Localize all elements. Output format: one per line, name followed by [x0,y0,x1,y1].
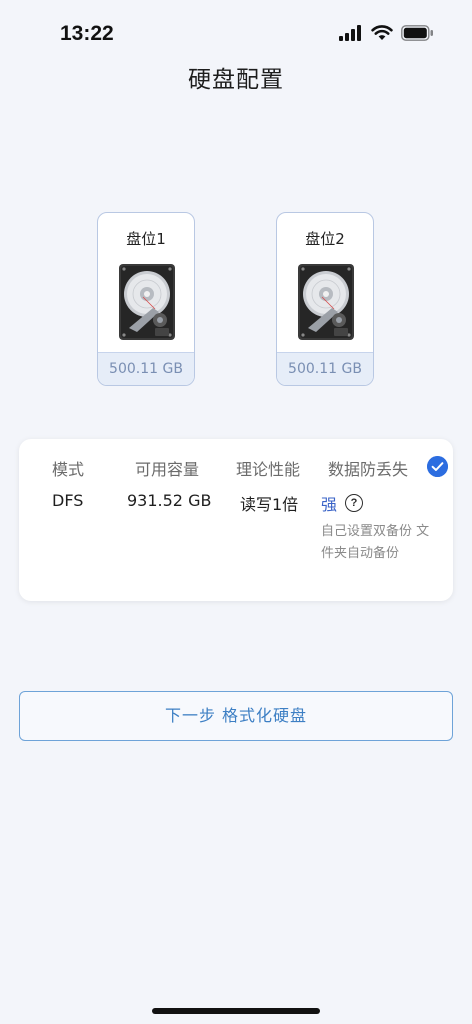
protection-value-group: 强 ? [321,491,364,515]
disk-slot-label: 盘位1 [126,230,166,248]
capacity-header: 可用容量 [135,460,200,479]
disk-size: 500.11 GB [277,352,373,385]
next-format-button[interactable]: 下一步 格式化硬盘 [19,691,453,741]
check-icon[interactable] [427,456,448,477]
status-bar: 13:22 [0,0,472,60]
performance-value: 读写1倍 [240,495,299,514]
home-indicator[interactable] [152,1008,320,1014]
protection-description: 自己设置双备份 文件夹自动备份 [321,524,430,561]
disk-slot-label: 盘位2 [305,230,345,248]
storage-mode-card[interactable]: 模式 可用容量 理论性能 数据防丢失 DFS 931.52 GB 读写1倍 强 … [19,439,453,601]
status-icons [339,25,434,41]
help-icon[interactable]: ? [345,494,364,512]
status-time: 13:22 [60,22,114,45]
wifi-icon [371,25,393,40]
disk-slot-2-card[interactable]: 盘位2 500.11 GB [276,212,374,386]
mode-value: DFS [52,491,84,510]
capacity-value: 931.52 GB [127,491,212,510]
protection-header: 数据防丢失 [328,460,409,479]
mode-header: 模式 [52,460,85,479]
hard-disk-icon [119,264,175,340]
cellular-signal-icon [339,25,361,41]
hard-disk-icon [298,264,354,340]
battery-icon [401,25,433,41]
disk-slot-1-card[interactable]: 盘位1 500.11 GB [97,212,195,386]
performance-header: 理论性能 [236,460,301,479]
disk-size: 500.11 GB [98,352,194,385]
page-title: 硬盘配置 [188,67,284,93]
protection-value: 强 [321,495,338,514]
